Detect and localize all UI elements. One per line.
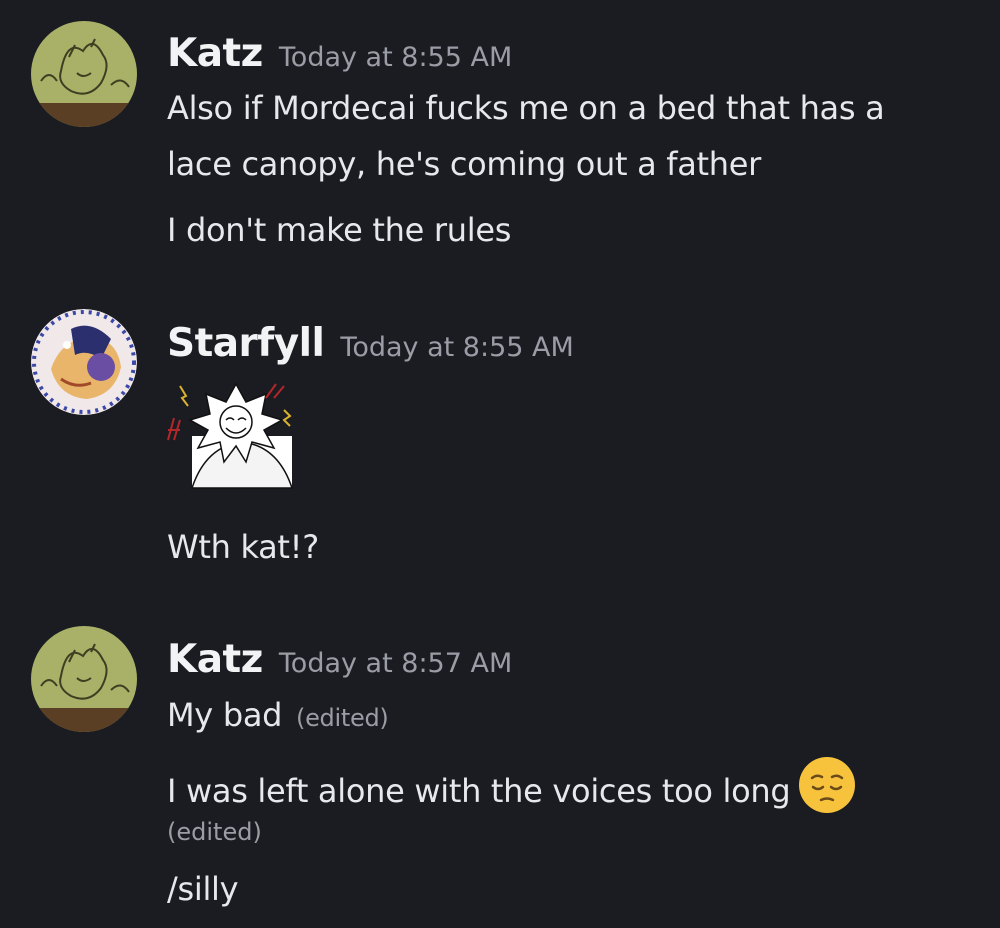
pensive-face-emoji-icon[interactable] <box>798 756 856 822</box>
edited-label: (edited) <box>296 704 389 732</box>
timestamp: Today at 8:57 AM <box>278 648 513 679</box>
message-header: Katz Today at 8:57 AM <box>167 637 512 682</box>
avatar[interactable] <box>31 626 137 732</box>
avatar[interactable] <box>31 309 137 415</box>
sun-character-sticker-icon[interactable] <box>166 376 300 492</box>
avatar-starfyll-icon <box>31 309 137 415</box>
message-text: My bad (edited) <box>167 696 389 734</box>
timestamp: Today at 8:55 AM <box>278 42 513 73</box>
message-header: Katz Today at 8:55 AM <box>167 31 512 76</box>
message-text: Also if Mordecai fucks me on a bed that … <box>167 89 885 127</box>
avatar-katz-icon <box>31 626 137 732</box>
edited-label: (edited) <box>167 818 262 846</box>
message-text: I was left alone with the voices too lon… <box>167 757 856 826</box>
message-text: Wth kat!? <box>167 528 319 566</box>
message-header: Starfyll Today at 8:55 AM <box>167 321 574 366</box>
username[interactable]: Katz <box>167 31 263 76</box>
username[interactable]: Katz <box>167 637 263 682</box>
avatar-katz-icon <box>31 21 137 127</box>
message-text-content: I was left alone with the voices too lon… <box>167 772 791 810</box>
message-text: lace canopy, he's coming out a father <box>167 145 762 183</box>
avatar[interactable] <box>31 21 137 127</box>
message-text-content: My bad <box>167 696 283 734</box>
timestamp: Today at 8:55 AM <box>340 332 574 363</box>
username[interactable]: Starfyll <box>167 321 325 366</box>
message-text: I don't make the rules <box>167 211 512 249</box>
message-text: /silly <box>167 870 239 908</box>
